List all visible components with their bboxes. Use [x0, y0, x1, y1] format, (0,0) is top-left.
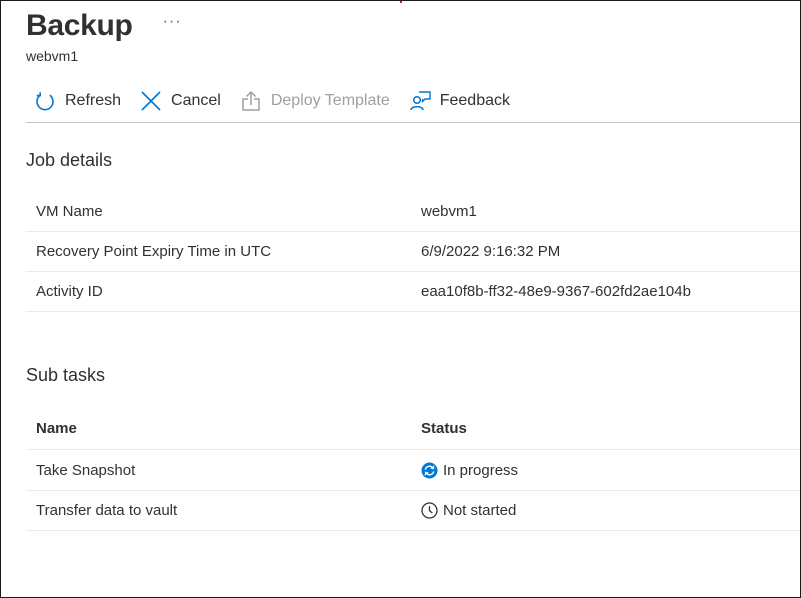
page-subtitle: webvm1 [26, 48, 79, 64]
column-header-name: Name [36, 419, 77, 437]
clock-icon [421, 501, 438, 519]
sub-tasks-header-row: Name Status [26, 407, 800, 450]
task-name: Transfer data to vault [36, 501, 178, 519]
deploy-template-label: Deploy Template [270, 92, 390, 109]
task-status: Not started [421, 502, 516, 519]
feedback-button[interactable]: Feedback [409, 90, 510, 112]
detail-value: 6/9/2022 9:16:32 PM [421, 242, 561, 260]
command-bar: Refresh Cancel Deploy Template Feedback [34, 87, 529, 115]
detail-value: webvm1 [421, 202, 477, 220]
table-row: Take Snapshot In progress [26, 450, 800, 491]
feedback-icon [409, 90, 431, 112]
task-status-label: In progress [443, 461, 519, 479]
table-row: Transfer data to vault Not started [26, 490, 800, 531]
cancel-button[interactable]: Cancel [140, 90, 221, 112]
detail-key: Recovery Point Expiry Time in UTC [36, 242, 272, 260]
task-status: In progress [421, 462, 518, 479]
refresh-label: Refresh [65, 92, 122, 109]
detail-value: eaa10f8b-ff32-48e9-9367-602fd2ae104b [421, 282, 691, 300]
toolbar-divider [26, 122, 800, 123]
red-marker [400, 1, 402, 3]
refresh-icon [34, 90, 56, 112]
column-header-status: Status [421, 419, 467, 437]
deploy-template-button[interactable]: Deploy Template [240, 90, 390, 112]
detail-row-activity-id: Activity ID eaa10f8b-ff32-48e9-9367-602f… [26, 271, 800, 312]
page-title: Backup [26, 9, 133, 42]
backup-job-blade: Backup ··· webvm1 Refresh Cancel Deploy … [0, 0, 801, 598]
feedback-label: Feedback [439, 92, 510, 109]
detail-key: VM Name [36, 202, 103, 220]
upload-icon [240, 90, 262, 112]
detail-row-expiry-time: Recovery Point Expiry Time in UTC 6/9/20… [26, 231, 800, 272]
detail-row-vm-name: VM Name webvm1 [26, 191, 800, 232]
close-icon [140, 90, 162, 112]
job-details-heading: Job details [26, 150, 113, 170]
title-row: Backup ··· [26, 9, 182, 43]
task-name: Take Snapshot [36, 461, 136, 479]
refresh-button[interactable]: Refresh [34, 90, 121, 112]
sync-progress-icon [421, 462, 438, 479]
task-status-label: Not started [443, 501, 517, 519]
detail-key: Activity ID [36, 282, 103, 300]
sub-tasks-heading: Sub tasks [26, 365, 106, 385]
cancel-label: Cancel [171, 92, 221, 109]
more-options-button[interactable]: ··· [163, 13, 182, 31]
